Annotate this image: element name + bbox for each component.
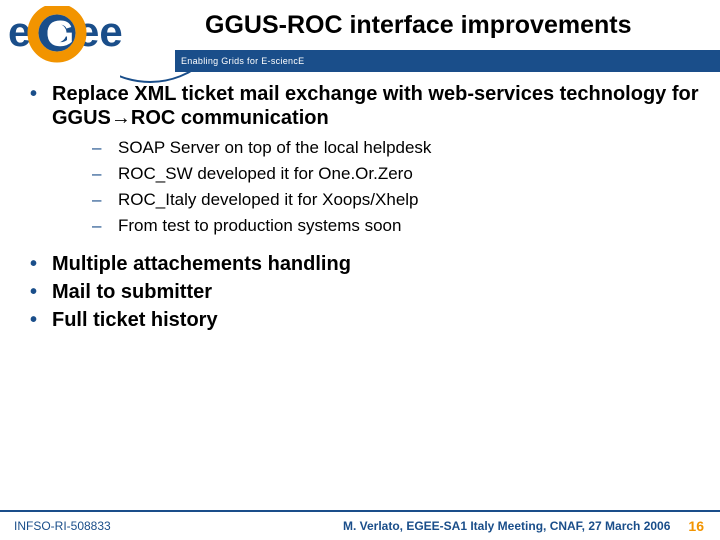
dash-icon: –	[92, 214, 118, 238]
dash-icon: –	[92, 188, 118, 212]
sub-bullet-item: – ROC_Italy developed it for Xoops/Xhelp	[92, 188, 700, 212]
bullet-text: Mail to submitter	[52, 280, 212, 304]
title-bar: GGUS-ROC interface improvements	[175, 0, 720, 50]
bullet-icon: •	[30, 280, 52, 304]
sub-bullet-text: SOAP Server on top of the local helpdesk	[118, 136, 431, 160]
bullet-item: • Multiple attachements handling	[30, 252, 700, 276]
slide-footer: INFSO-RI-508833 M. Verlato, EGEE-SA1 Ita…	[0, 510, 720, 540]
bullet-text: Replace XML ticket mail exchange with we…	[52, 82, 700, 130]
bullet-icon: •	[30, 82, 52, 130]
sub-bullet-item: – ROC_SW developed it for One.Or.Zero	[92, 162, 700, 186]
bullet-text: Multiple attachements handling	[52, 252, 351, 276]
sub-bullet-item: – From test to production systems soon	[92, 214, 700, 238]
footer-left: INFSO-RI-508833	[0, 519, 111, 533]
slide-header: e ee G GGUS-ROC interface improvements E…	[0, 0, 720, 72]
footer-page-number: 16	[688, 518, 720, 534]
bullet-item: • Mail to submitter	[30, 280, 700, 304]
bullet-icon: •	[30, 252, 52, 276]
logo-letter-g: G	[46, 13, 74, 54]
sub-list: – SOAP Server on top of the local helpde…	[92, 136, 700, 238]
bullet-item: • Full ticket history	[30, 308, 700, 332]
dash-icon: –	[92, 162, 118, 186]
sub-bullet-item: – SOAP Server on top of the local helpde…	[92, 136, 700, 160]
slide-content: • Replace XML ticket mail exchange with …	[30, 82, 700, 336]
sub-bullet-text: From test to production systems soon	[118, 214, 401, 238]
sub-bullet-text: ROC_Italy developed it for Xoops/Xhelp	[118, 188, 419, 212]
sub-bullet-text: ROC_SW developed it for One.Or.Zero	[118, 162, 413, 186]
footer-center: M. Verlato, EGEE-SA1 Italy Meeting, CNAF…	[111, 519, 689, 533]
dash-icon: –	[92, 136, 118, 160]
bullet-item: • Replace XML ticket mail exchange with …	[30, 82, 700, 130]
subtitle-bar: Enabling Grids for E-sciencE	[175, 50, 720, 72]
slide-title: GGUS-ROC interface improvements	[205, 11, 632, 40]
slide-subtitle: Enabling Grids for E-sciencE	[181, 56, 304, 66]
bullet-text: Full ticket history	[52, 308, 218, 332]
bullet-icon: •	[30, 308, 52, 332]
